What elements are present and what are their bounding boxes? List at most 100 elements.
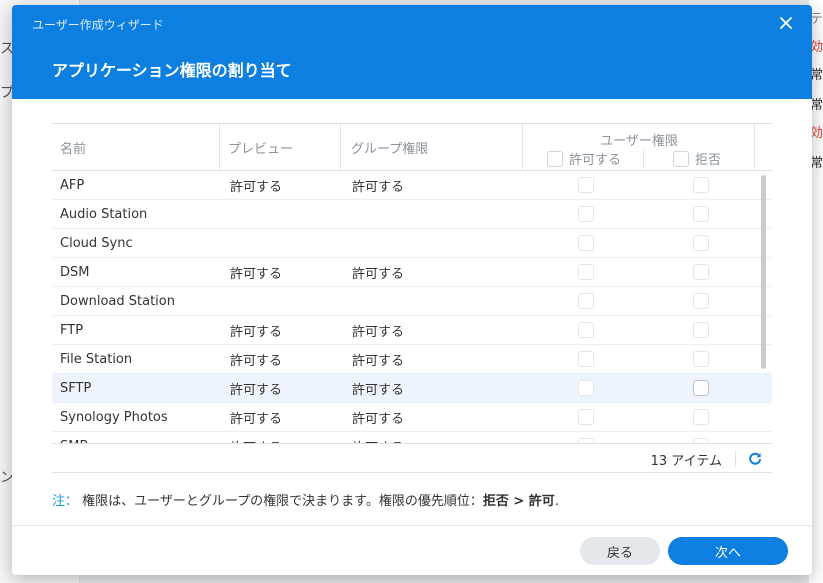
allow-checkbox-cell — [578, 345, 594, 373]
table-row[interactable]: Cloud Sync — [52, 229, 772, 258]
next-button[interactable]: 次へ — [668, 537, 788, 565]
app-name: SMB — [60, 432, 88, 444]
app-name: Download Station — [60, 293, 175, 309]
app-name: Cloud Sync — [60, 235, 133, 251]
column-header-label: 名前 — [60, 142, 87, 157]
app-name: DSM — [60, 264, 90, 280]
column-header-name[interactable]: 名前 — [52, 124, 220, 171]
table-row[interactable]: SMB 許可する 許可する — [52, 432, 772, 443]
dialog-header: ユーザー作成ウィザード アプリケーション権限の割り当て — [12, 5, 812, 99]
deny-checkbox[interactable] — [693, 322, 709, 338]
app-name: Audio Station — [60, 206, 148, 222]
user-creation-wizard-dialog: ユーザー作成ウィザード アプリケーション権限の割り当て 名前 プレビュー グルー… — [12, 5, 812, 575]
allow-header-label: 許可する — [569, 153, 622, 168]
column-header-user-permission: ユーザー権限 許可する 拒否 — [523, 124, 755, 171]
preview-value: 許可する — [230, 411, 283, 427]
deny-checkbox[interactable] — [693, 409, 709, 425]
header-deny-all[interactable]: 拒否 — [673, 149, 721, 168]
note-text: 権限は、ユーザーとグループの権限で決まります。権限の優先順位： — [82, 494, 483, 509]
table-row[interactable]: DSM 許可する 許可する — [52, 258, 772, 287]
allow-checkbox[interactable] — [578, 264, 594, 280]
column-header-label: プレビュー — [228, 142, 294, 157]
permission-note: 注： 権限は、ユーザーとグループの権限で決まります。権限の優先順位：拒否 > 許… — [52, 490, 559, 509]
vertical-scrollbar[interactable] — [761, 175, 766, 369]
permissions-grid: 名前 プレビュー グループ権限 ユーザー権限 許可する 拒否 AFP 許可する … — [52, 123, 772, 473]
table-row[interactable]: AFP 許可する 許可する — [52, 171, 772, 200]
deny-checkbox-cell — [693, 258, 709, 286]
allow-checkbox[interactable] — [578, 177, 594, 193]
app-name: FTP — [60, 322, 84, 338]
back-button[interactable]: 戻る — [580, 537, 660, 565]
deny-checkbox[interactable] — [693, 293, 709, 309]
deny-header-label: 拒否 — [695, 153, 722, 168]
preview-value: 許可する — [230, 324, 283, 340]
app-name: Synology Photos — [60, 409, 168, 425]
deny-checkbox[interactable] — [693, 380, 709, 396]
preview-value: 許可する — [230, 266, 283, 282]
deny-checkbox-cell — [693, 316, 709, 344]
preview-value: 許可する — [230, 432, 282, 444]
deny-checkbox[interactable] — [693, 235, 709, 251]
deny-checkbox-cell — [693, 171, 709, 199]
preview-value: 許可する — [230, 353, 283, 369]
group-permission-value: 許可する — [352, 324, 405, 340]
note-gt: > — [508, 494, 529, 509]
deny-checkbox[interactable] — [693, 264, 709, 280]
allow-checkbox[interactable] — [578, 409, 594, 425]
deny-checkbox-cell — [693, 432, 709, 443]
allow-checkbox-cell — [578, 374, 594, 402]
wizard-title: ユーザー作成ウィザード — [32, 18, 164, 32]
back-button-label: 戻る — [606, 545, 633, 561]
allow-checkbox[interactable] — [578, 293, 594, 309]
allow-checkbox-cell — [578, 287, 594, 315]
column-group-label: ユーザー権限 — [600, 134, 678, 149]
grid-header: 名前 プレビュー グループ権限 ユーザー権限 許可する 拒否 — [52, 124, 772, 171]
deny-checkbox-cell — [693, 403, 709, 431]
allow-checkbox[interactable] — [578, 206, 594, 222]
allow-all-checkbox[interactable] — [547, 150, 563, 167]
allow-checkbox[interactable] — [578, 380, 594, 396]
app-name: AFP — [60, 177, 85, 193]
deny-checkbox-cell — [693, 287, 709, 315]
allow-checkbox-cell — [578, 200, 594, 228]
table-row[interactable]: FTP 許可する 許可する — [52, 316, 772, 345]
column-header-preview[interactable]: プレビュー — [220, 124, 341, 171]
allow-checkbox-cell — [578, 316, 594, 344]
allow-checkbox-cell — [578, 258, 594, 286]
step-title: アプリケーション権限の割り当て — [52, 61, 292, 80]
allow-checkbox[interactable] — [578, 235, 594, 251]
close-icon[interactable] — [776, 13, 796, 33]
table-row[interactable]: Audio Station — [52, 200, 772, 229]
column-header-group-permission[interactable]: グループ権限 — [341, 124, 523, 171]
group-permission-value: 許可する — [352, 411, 405, 427]
table-row[interactable]: Download Station — [52, 287, 772, 316]
header-divider — [643, 150, 644, 168]
table-row[interactable]: Synology Photos 許可する 許可する — [52, 403, 772, 432]
group-permission-value: 許可する — [352, 353, 405, 369]
refresh-icon[interactable] — [746, 450, 764, 468]
allow-checkbox-cell — [578, 229, 594, 257]
table-row[interactable]: SFTP 許可する 許可する — [52, 374, 772, 403]
allow-checkbox[interactable] — [578, 351, 594, 367]
next-button-label: 次へ — [714, 545, 741, 561]
group-permission-value: 許可する — [352, 266, 405, 282]
allow-checkbox[interactable] — [578, 322, 594, 338]
grid-body: AFP 許可する 許可する Audio Station Cloud Sync DSM 許可す… — [52, 171, 772, 443]
background-footer — [80, 575, 823, 583]
table-row[interactable]: File Station 許可する 許可する — [52, 345, 772, 374]
group-permission-value: 許可する — [352, 382, 405, 398]
group-permission-value: 許可する — [352, 179, 405, 195]
preview-value: 許可する — [230, 382, 283, 398]
note-allow: 許可 — [528, 494, 555, 509]
deny-checkbox[interactable] — [693, 206, 709, 222]
footer-divider — [735, 451, 736, 467]
deny-checkbox[interactable] — [693, 177, 709, 193]
column-header-label: グループ権限 — [351, 142, 429, 157]
header-allow-all[interactable]: 許可する — [547, 149, 621, 168]
app-name: SFTP — [60, 380, 92, 396]
deny-checkbox[interactable] — [693, 351, 709, 367]
deny-all-checkbox[interactable] — [673, 150, 689, 167]
deny-checkbox-cell — [693, 200, 709, 228]
allow-checkbox-cell — [578, 432, 594, 443]
note-end: . — [554, 494, 559, 509]
